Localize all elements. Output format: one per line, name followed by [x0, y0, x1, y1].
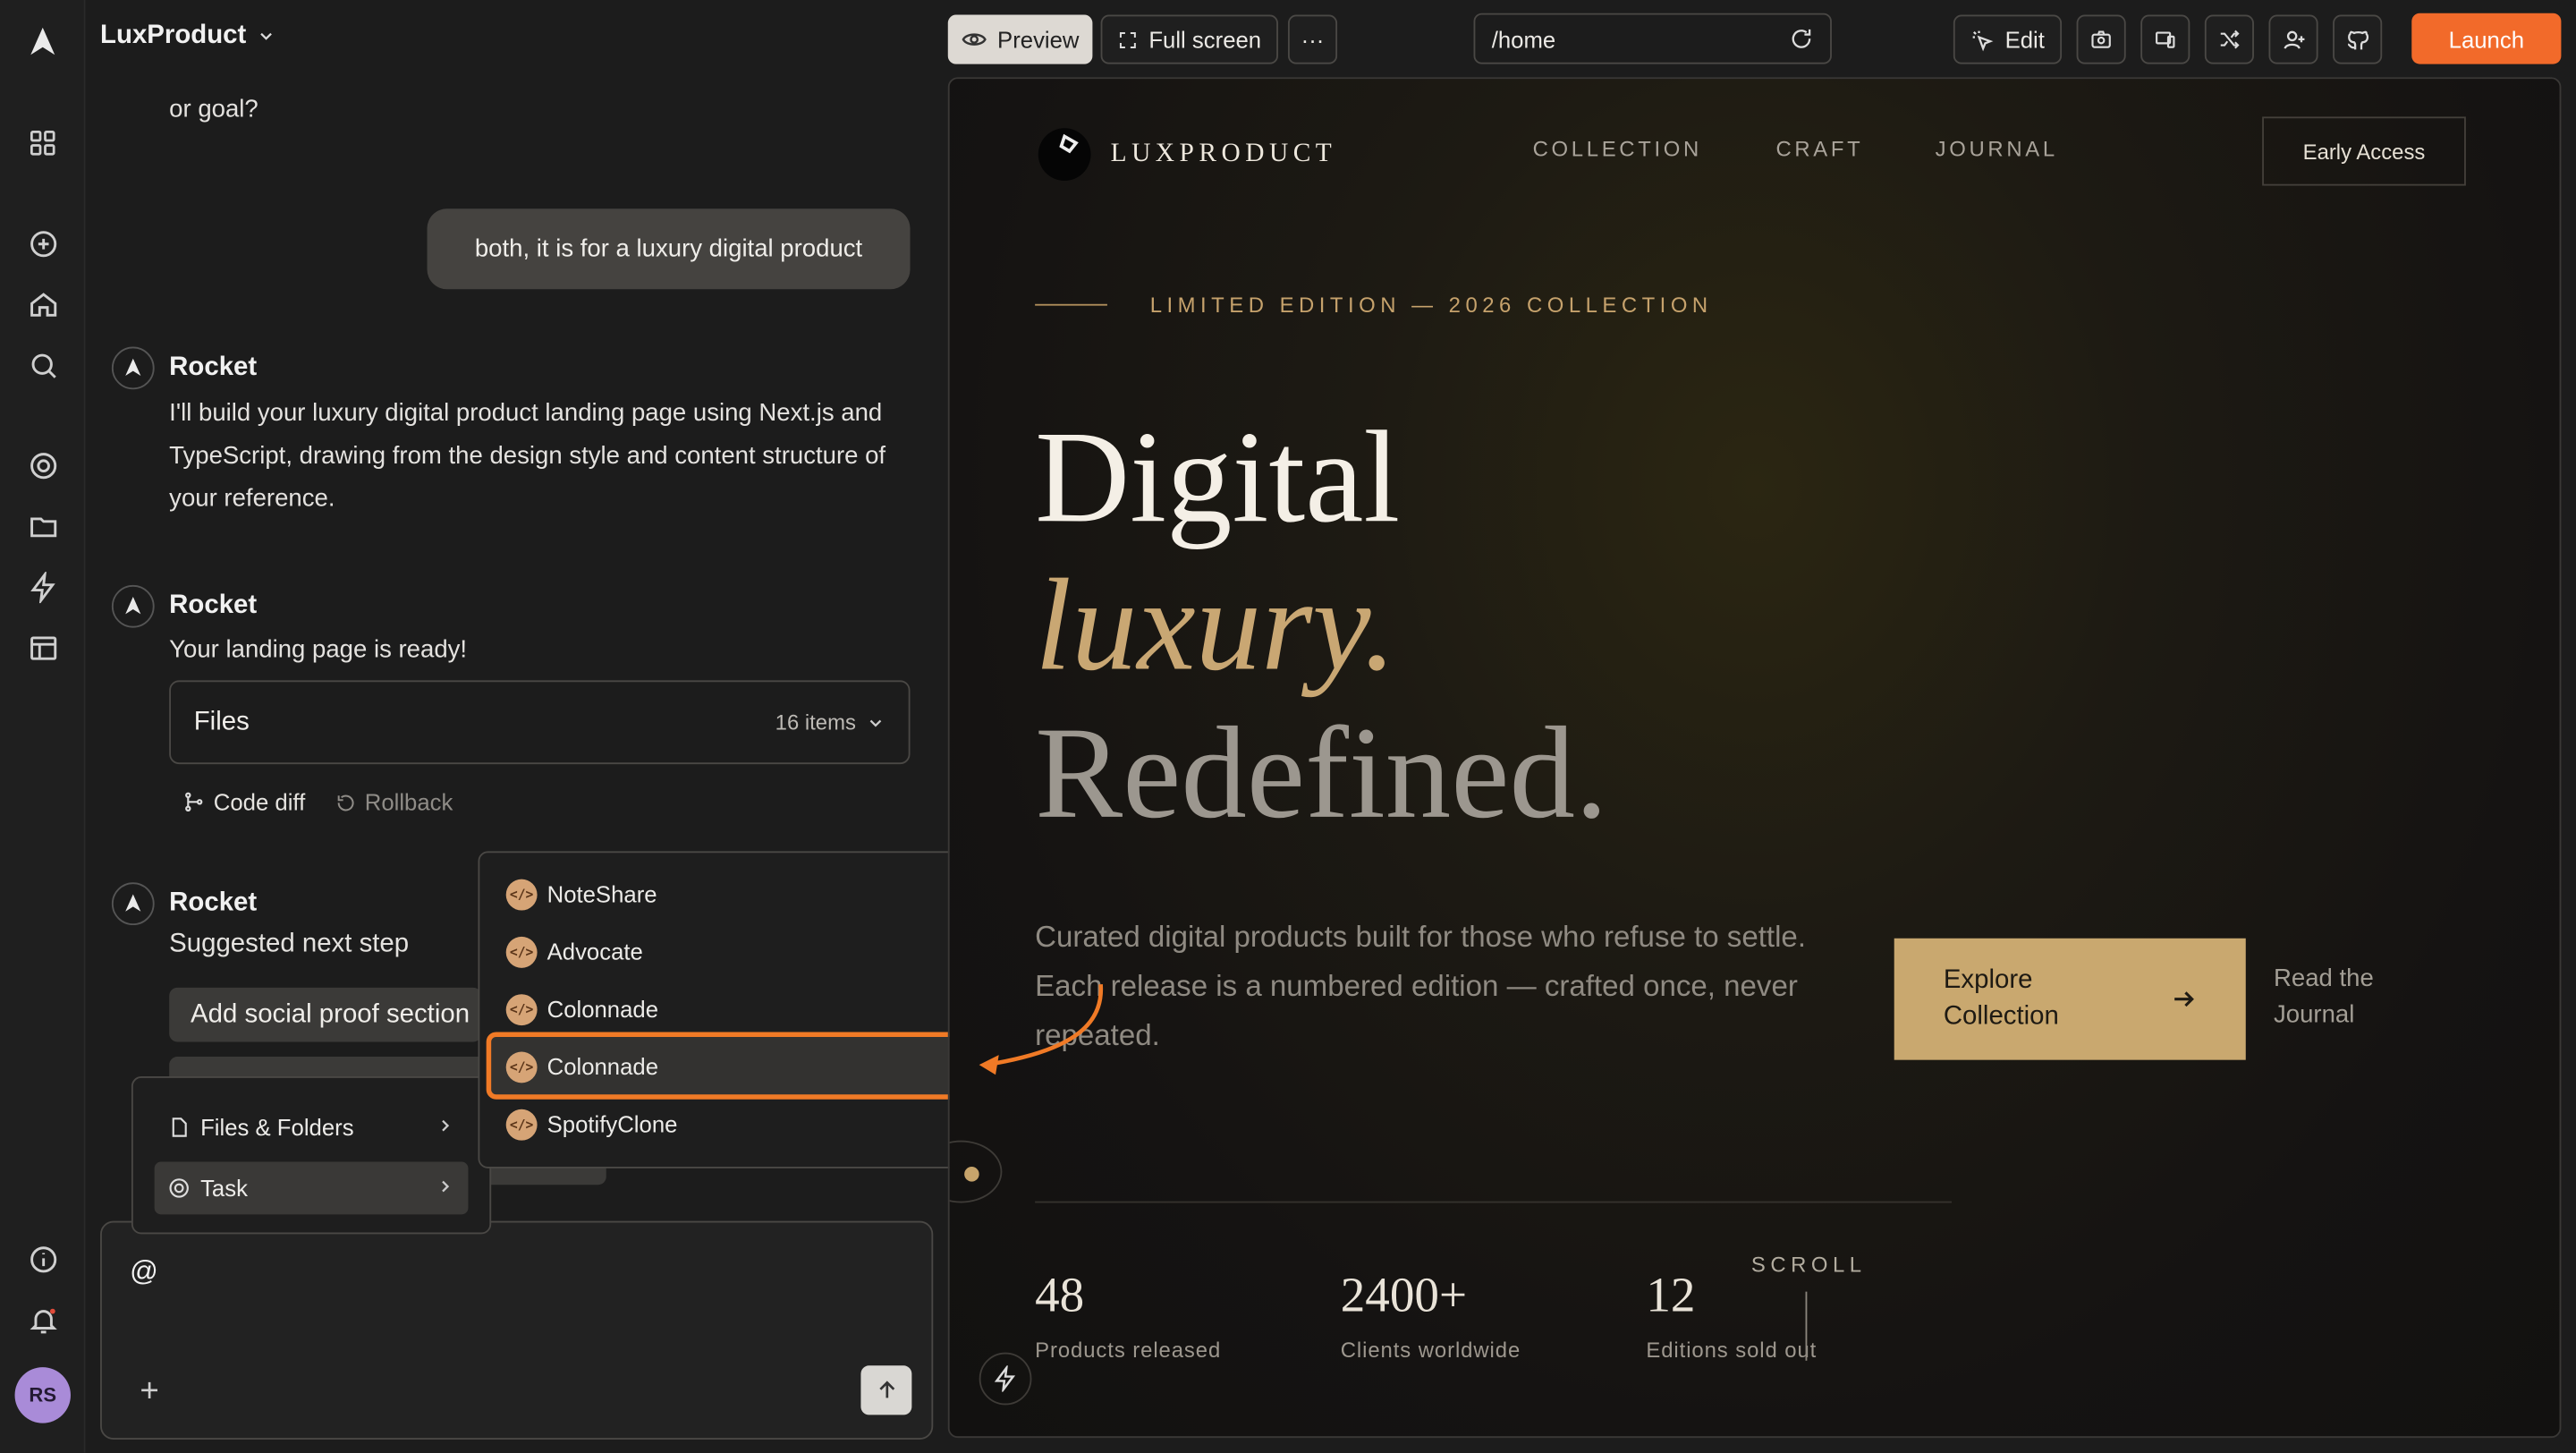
annotation-arrow — [979, 984, 1103, 1075]
app-window: RS LuxProduct or goal? both, it is for a… — [0, 0, 2576, 1453]
